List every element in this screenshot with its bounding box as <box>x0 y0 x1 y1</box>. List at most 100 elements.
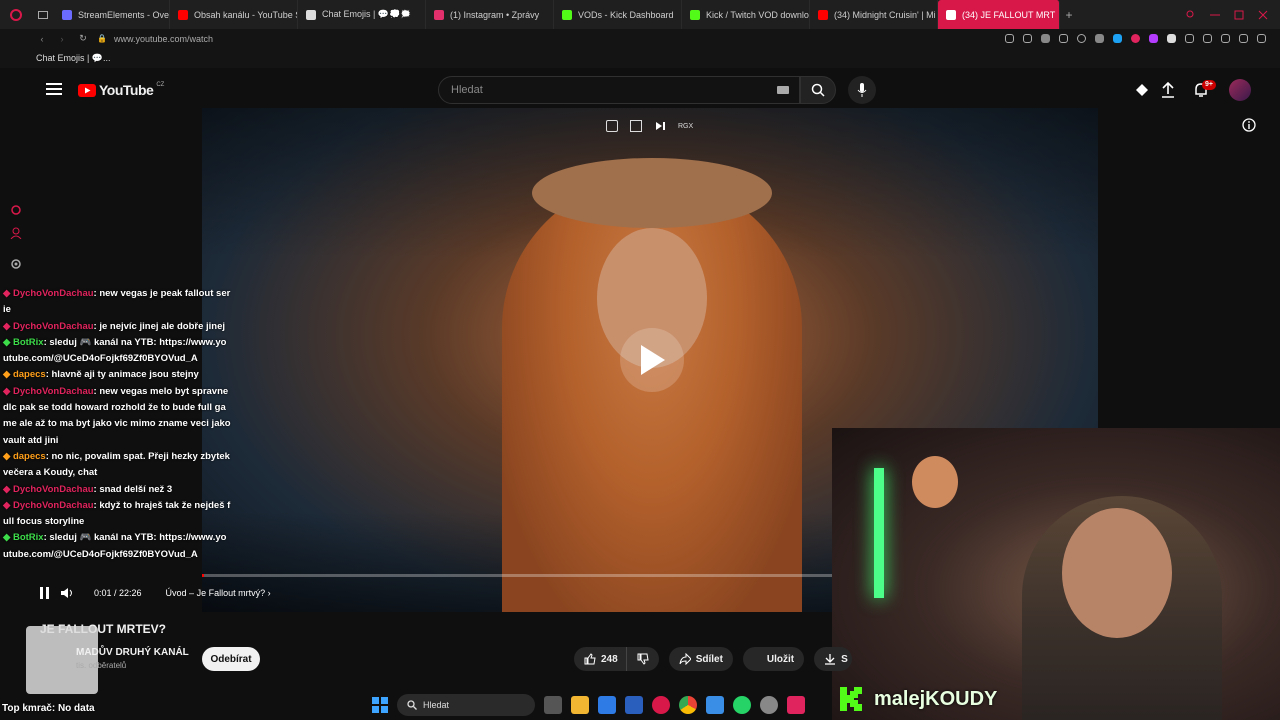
upload-icon[interactable] <box>1161 82 1175 98</box>
figure-head-prop <box>912 456 958 508</box>
ai-icon[interactable] <box>1239 34 1248 43</box>
close-icon[interactable] <box>1258 10 1268 20</box>
notification-badge: 9+ <box>1202 80 1216 90</box>
dislike-button[interactable] <box>625 647 659 671</box>
browser-tab[interactable]: (34) Midnight Cruisin' | Mi <box>810 0 938 29</box>
search-input[interactable]: Hledat <box>438 76 800 104</box>
keyboard-icon[interactable] <box>777 86 789 94</box>
whatsapp-icon[interactable] <box>733 696 751 714</box>
send-icon[interactable] <box>1059 34 1068 43</box>
download-arrow-icon <box>825 654 836 665</box>
extensions-puzzle-icon[interactable] <box>1185 34 1194 43</box>
download-icon[interactable] <box>1221 34 1230 43</box>
pause-icon[interactable] <box>40 587 50 599</box>
info-icon[interactable] <box>1242 118 1256 132</box>
minimize-icon[interactable] <box>1210 10 1220 20</box>
address-bar-row: ‹ › ↻ 🔒 www.youtube.com/watch <box>0 29 1280 48</box>
chat-username: BotRix <box>12 532 44 544</box>
back-icon[interactable]: ‹ <box>32 34 52 44</box>
next-icon[interactable] <box>654 120 666 132</box>
bookmark-icon[interactable] <box>1005 34 1014 43</box>
settings-gear-icon[interactable] <box>760 696 778 714</box>
chat-message: ◆ DychoVonDachau: když to hraješ tak že … <box>0 498 232 531</box>
pip-icon[interactable] <box>606 120 618 132</box>
browser-tab[interactable]: VODs - Kick Dashboard <box>554 0 682 29</box>
browser-tab[interactable]: (34) JE FALLOUT MRT <box>938 0 1060 29</box>
youtube-logo-text: YouTube <box>99 82 154 98</box>
thumbs-down-icon <box>637 653 649 665</box>
browser-tab[interactable]: Chat Emojis | 💬💭🗯️ <box>298 0 426 29</box>
chat-badge-icon: ◆ <box>3 483 13 495</box>
extension-red-icon[interactable] <box>1131 34 1140 43</box>
new-tab-button[interactable]: + <box>1060 8 1078 22</box>
heart-icon[interactable] <box>1077 34 1086 43</box>
create-icon[interactable] <box>1134 82 1150 98</box>
tab-favicon-icon <box>690 9 700 20</box>
sidebar-profile-icon[interactable] <box>10 227 22 239</box>
app-icon[interactable] <box>787 696 805 714</box>
chat-username: dapecs <box>12 450 46 462</box>
url-field[interactable]: www.youtube.com/watch <box>110 34 213 44</box>
chat-message: ◆ DychoVonDachau: snad delší než 3 <box>0 482 232 498</box>
miniplayer-icon[interactable] <box>630 120 642 132</box>
settings-icon[interactable] <box>1257 34 1266 43</box>
microphone-icon <box>857 83 867 97</box>
save-label: Uložit <box>766 653 795 665</box>
play-button[interactable] <box>620 328 684 392</box>
extension-purple-icon[interactable] <box>1149 34 1158 43</box>
bookmark-item[interactable]: Chat Emojis | 💬... <box>36 53 111 64</box>
lock-icon: 🔒 <box>97 34 107 43</box>
mini-label[interactable]: RGX <box>678 123 693 130</box>
tab-favicon-icon <box>178 9 188 20</box>
windows-start-icon[interactable] <box>372 697 388 713</box>
hamburger-menu-icon[interactable] <box>46 82 62 96</box>
search-icon <box>811 83 825 97</box>
avatar[interactable] <box>1229 79 1251 101</box>
extension-white-icon[interactable] <box>1167 34 1176 43</box>
voice-search-button[interactable] <box>848 76 876 104</box>
outlook-icon[interactable] <box>625 696 643 714</box>
forward-icon[interactable]: › <box>52 34 72 44</box>
volume-icon[interactable] <box>60 587 74 599</box>
screenshot-icon[interactable] <box>1023 34 1032 43</box>
tab-list-icon[interactable] <box>32 0 54 29</box>
save-button[interactable]: Uložit <box>742 647 805 671</box>
menu-dots-icon[interactable] <box>1095 34 1104 43</box>
taskbar-search-icon <box>407 700 417 710</box>
progress-bar[interactable] <box>202 574 832 577</box>
store-icon[interactable] <box>598 696 616 714</box>
maximize-icon[interactable] <box>1234 10 1244 20</box>
sidebar-refresh-icon[interactable] <box>10 204 22 216</box>
file-explorer-icon[interactable] <box>571 696 589 714</box>
browser-tab-bar: StreamElements - Overlay Obsah kanálu - Y… <box>0 0 1280 29</box>
chat-overlay: ◆ DychoVonDachau: new vegas je peak fall… <box>0 286 232 563</box>
shield-icon[interactable] <box>1041 34 1050 43</box>
browser-tab[interactable]: Kick / Twitch VOD downlo <box>682 0 810 29</box>
chapter-title[interactable]: Úvod – Je Fallout mrtvý? › <box>166 588 271 598</box>
taskbar-search[interactable]: Hledat <box>397 694 535 716</box>
sidebar-settings-icon[interactable] <box>10 258 22 270</box>
youtube-logo[interactable]: YouTube CZ <box>78 82 164 98</box>
kick-logo-icon <box>840 687 862 711</box>
chat-message: ◆ DychoVonDachau: new vegas melo byt spr… <box>0 384 232 449</box>
browser-tab[interactable]: (1) Instagram • Zprávy <box>426 0 554 29</box>
like-button[interactable]: 248 <box>574 647 626 671</box>
wallet-icon[interactable] <box>1203 34 1212 43</box>
opera-gx-icon[interactable] <box>652 696 670 714</box>
download-button[interactable]: S <box>814 647 852 671</box>
channel-name[interactable]: MADŮV DRUHÝ KANÁL <box>76 647 189 658</box>
chat-badge-icon: ◆ <box>3 450 13 462</box>
search-tabs-icon[interactable] <box>1186 10 1196 20</box>
share-button[interactable]: Sdílet <box>668 647 733 671</box>
browser-tab[interactable]: StreamElements - Overlay <box>54 0 170 29</box>
extension-blue-icon[interactable] <box>1113 34 1122 43</box>
reload-icon[interactable]: ↻ <box>72 33 94 44</box>
youtube-play-icon <box>78 83 96 97</box>
browser-tab[interactable]: Obsah kanálu - YouTube S <box>170 0 298 29</box>
search-button[interactable] <box>800 76 836 104</box>
channel-avatar[interactable] <box>26 626 98 694</box>
photos-icon[interactable] <box>706 696 724 714</box>
chrome-icon[interactable] <box>679 696 697 714</box>
task-view-icon[interactable] <box>544 696 562 714</box>
subscribe-button[interactable]: Odebírat <box>202 647 260 671</box>
